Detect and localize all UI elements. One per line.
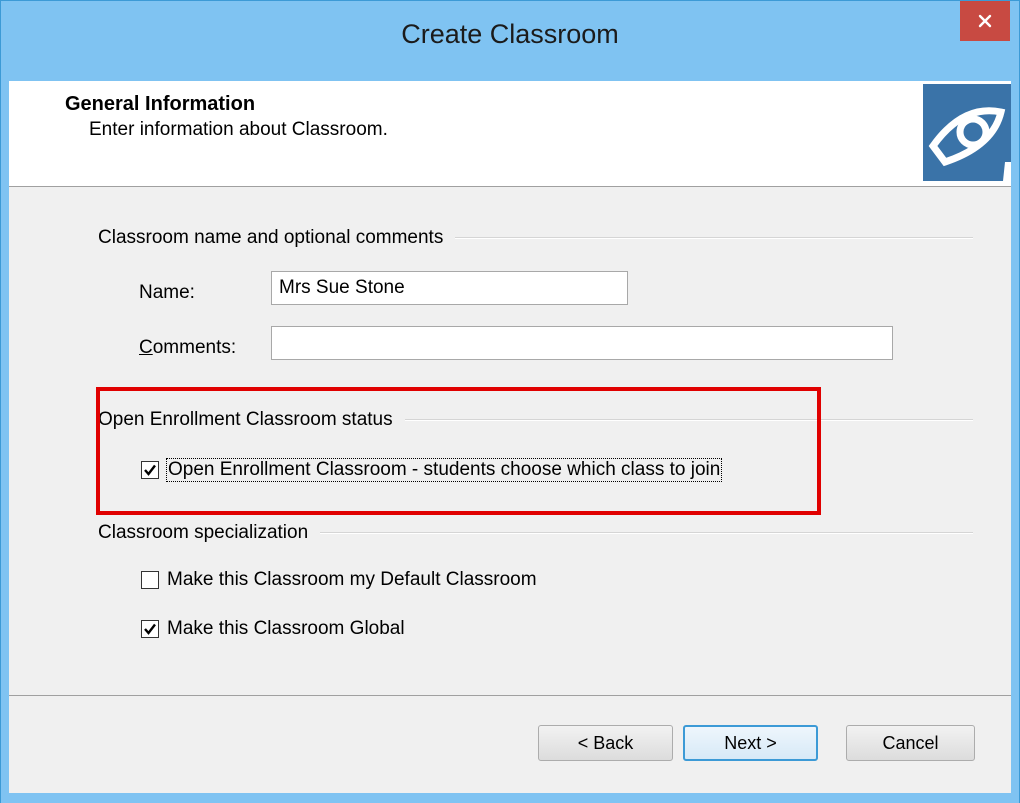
name-comments-group-header: Classroom name and optional comments — [98, 227, 973, 249]
header-subtitle: Enter information about Classroom. — [89, 119, 388, 140]
global-classroom-checkbox-label[interactable]: Make this Classroom Global — [167, 618, 405, 640]
specialization-group-header: Classroom specialization — [98, 522, 973, 544]
open-enrollment-checkbox-row[interactable]: Open Enrollment Classroom - students cho… — [141, 458, 723, 482]
global-classroom-checkbox[interactable] — [141, 620, 159, 638]
global-classroom-checkbox-row[interactable]: Make this Classroom Global — [141, 618, 405, 640]
cancel-button[interactable]: Cancel — [846, 725, 975, 761]
window-left-edge — [1, 81, 9, 793]
open-enrollment-checkbox[interactable] — [141, 461, 159, 479]
group-divider — [404, 419, 973, 421]
specialization-group-title: Classroom specialization — [98, 522, 309, 543]
comments-input[interactable] — [271, 326, 893, 360]
title-bar[interactable]: Create Classroom — [1, 1, 1019, 81]
window-bottom-edge — [1, 793, 1019, 803]
open-enrollment-checkbox-label[interactable]: Open Enrollment Classroom - students cho… — [165, 458, 723, 482]
wizard-header: General Information Enter information ab… — [9, 81, 1011, 187]
group-divider — [320, 532, 973, 534]
open-enrollment-group-title: Open Enrollment Classroom status — [98, 409, 393, 430]
default-classroom-checkbox-row[interactable]: Make this Classroom my Default Classroom — [141, 569, 537, 591]
checkmark-icon — [144, 464, 156, 476]
close-button[interactable] — [960, 1, 1010, 41]
default-classroom-checkbox-label[interactable]: Make this Classroom my Default Classroom — [167, 569, 537, 591]
close-icon — [978, 14, 992, 28]
footer-divider — [9, 695, 1011, 696]
back-button[interactable]: < Back — [538, 725, 673, 761]
create-classroom-dialog: Create Classroom General Information Ent… — [0, 0, 1020, 803]
next-button[interactable]: Next > — [683, 725, 818, 761]
window-title: Create Classroom — [401, 19, 619, 49]
open-enrollment-group-header: Open Enrollment Classroom status — [98, 409, 973, 431]
classroom-logo-icon — [923, 84, 1011, 181]
window-right-edge — [1011, 81, 1019, 793]
group-divider — [455, 237, 973, 239]
comments-label: Comments: — [139, 337, 236, 359]
comments-label-accelerator: C — [139, 337, 153, 358]
default-classroom-checkbox[interactable] — [141, 571, 159, 589]
name-comments-group-title: Classroom name and optional comments — [98, 227, 444, 248]
name-input[interactable] — [271, 271, 628, 305]
header-title: General Information — [65, 93, 256, 115]
checkmark-icon — [144, 623, 156, 635]
comments-label-text: omments: — [152, 337, 237, 358]
name-label: Name: — [139, 282, 195, 303]
